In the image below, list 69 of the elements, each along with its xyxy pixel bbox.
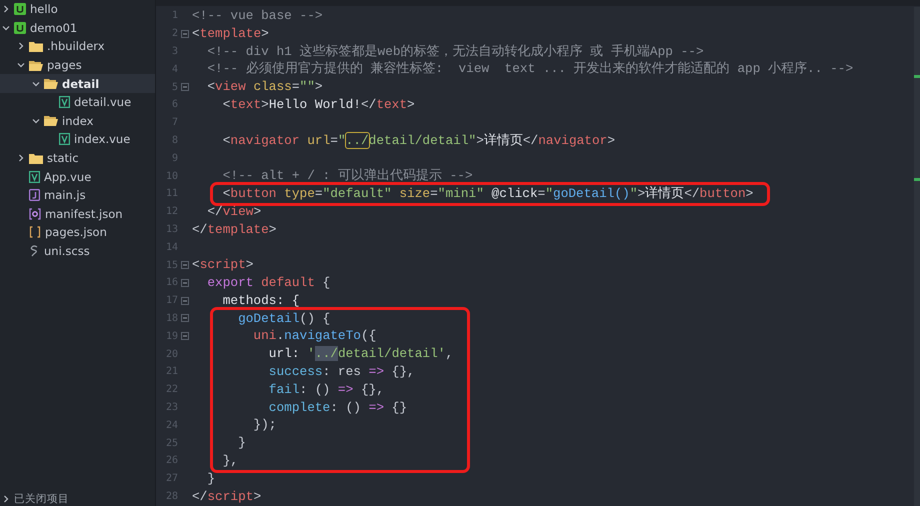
code-line: <!-- alt + / : 可以弹出代码提示 --> (222, 167, 473, 185)
tree-item[interactable]: detail.vue (0, 92, 155, 112)
open-folder-icon (44, 78, 58, 90)
code-line: </template> (192, 220, 276, 238)
tree-item[interactable]: detail (0, 74, 155, 93)
project-icon (14, 22, 26, 34)
chevron-icon[interactable] (2, 494, 10, 502)
fold-icon[interactable] (181, 314, 189, 322)
tree-item[interactable]: manifest.json (0, 204, 155, 224)
folder-icon (29, 152, 43, 164)
chevron-icon[interactable] (2, 5, 10, 14)
fold-icon[interactable] (181, 261, 189, 270)
fold-icon[interactable] (181, 332, 189, 340)
code-line: <!-- vue base --> (192, 7, 323, 25)
code-line: uni.navigateTo({ (252, 327, 376, 346)
tree-item[interactable]: pages.json (0, 223, 155, 242)
vue-file-icon (59, 133, 70, 146)
code-line: }); (252, 416, 276, 434)
tree-item[interactable]: App.vue (0, 167, 155, 186)
chevron-icon[interactable] (17, 61, 25, 70)
chevron-icon[interactable] (32, 80, 40, 88)
tree-item[interactable]: uni.scss (0, 242, 155, 260)
tree-item[interactable]: demo01 (0, 18, 155, 38)
vue-file-icon (59, 96, 70, 108)
closed-projects-item[interactable]: 已关闭项目 (0, 491, 155, 506)
code-line: complete: () => {} (268, 398, 408, 416)
tree-item[interactable]: pages (0, 56, 155, 74)
code-line: </script> (192, 488, 262, 506)
code-line: </view> (206, 202, 262, 221)
code-line: url: '../detail/detail', (268, 345, 454, 363)
tree-item[interactable]: index.vue (0, 130, 155, 149)
fold-icon[interactable] (181, 278, 189, 287)
tree-item[interactable]: .hbuilderx (0, 37, 155, 56)
tree-item[interactable]: static (0, 148, 155, 168)
brackets-file-icon (29, 226, 41, 238)
code-line: <navigator url="../detail/detail">详情页</navigator> (222, 132, 616, 150)
code-line: <button type="default" size="mini" @click="goDetail()">详情页</button> (222, 184, 754, 203)
code-line: success: res => {}, (268, 362, 415, 381)
tree-item[interactable]: main.js (0, 186, 155, 205)
code-line: } (237, 434, 246, 452)
vue-file-icon (29, 170, 40, 183)
open-folder-icon (44, 115, 58, 126)
chevron-icon[interactable] (2, 24, 10, 32)
manifest-file-icon (29, 208, 41, 220)
code-line: <!-- div h1 这些标签都是web的标签，无法自动转化成小程序 或 手机端App --> (206, 42, 704, 60)
code-line: goDetail() { (237, 310, 330, 328)
tree-item[interactable]: hello (0, 0, 155, 19)
code-line: fail: () => {}, (268, 380, 384, 399)
fold-icon[interactable] (181, 30, 189, 38)
chevron-icon[interactable] (17, 42, 25, 50)
code-line: <script> (192, 256, 254, 274)
chevron-icon[interactable] (17, 154, 25, 162)
project-icon (14, 3, 26, 16)
chevron-icon[interactable] (32, 116, 40, 125)
folder-icon (29, 40, 43, 52)
tree-item[interactable]: index (0, 112, 155, 130)
code-line: <template> (192, 24, 269, 43)
code-line: <view class=""> (206, 78, 323, 96)
fold-icon[interactable] (181, 296, 189, 305)
js-file-icon (29, 189, 40, 202)
code-line: export default { (206, 274, 330, 292)
scss-file-icon (29, 245, 40, 258)
code-line: } (206, 470, 216, 488)
code-line: }, (222, 452, 238, 470)
code-line: <text>Hello World!</text> (222, 96, 415, 114)
open-folder-icon (29, 60, 43, 71)
fold-icon[interactable] (181, 83, 189, 92)
code-line: <!-- 必须使用官方提供的 兼容性标签: view text ... 开发出来的软件才能适配的 app 小程序.. --> (206, 60, 854, 78)
code-line: methods: { (222, 292, 300, 310)
